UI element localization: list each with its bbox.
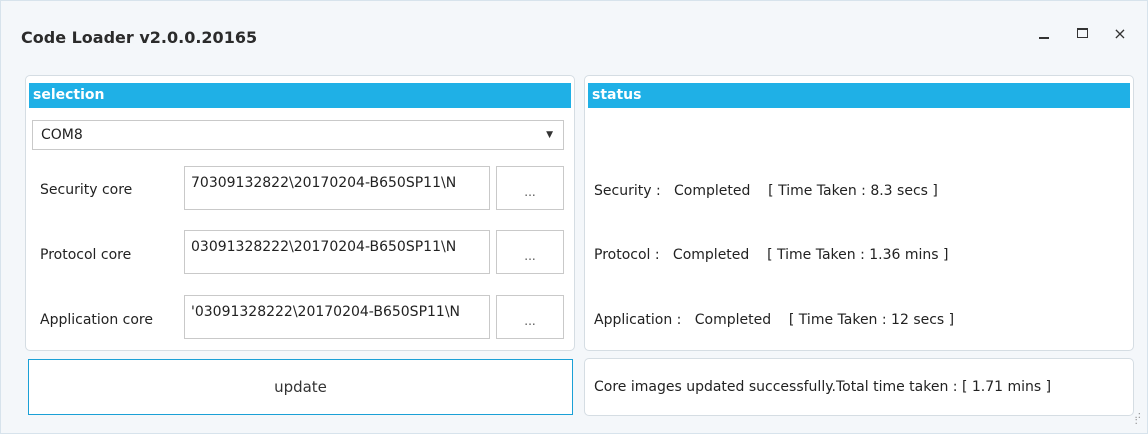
close-icon: × — [1113, 23, 1127, 43]
security-status: Security : Completed [ Time Taken : 8.3 … — [594, 183, 938, 199]
selection-panel: selection COM8 ▼ Security core 703091328… — [25, 75, 575, 351]
dropdown-arrow-icon: ▼ — [546, 130, 553, 140]
application-core-path-input[interactable]: '03091328222\20170204-B650SP11\N — [184, 295, 490, 339]
application-status: Application : Completed [ Time Taken : 1… — [594, 312, 955, 328]
close-button[interactable]: × — [1105, 19, 1135, 47]
minimize-icon — [1039, 37, 1049, 39]
protocol-core-label: Protocol core — [40, 247, 132, 263]
application-core-browse-button[interactable]: ... — [496, 295, 564, 339]
security-core-label: Security core — [40, 182, 133, 198]
security-core-browse-button[interactable]: ... — [496, 166, 564, 210]
minimize-button[interactable] — [1029, 19, 1059, 47]
status-panel: status Security : Completed [ Time Taken… — [584, 75, 1134, 351]
title-bar[interactable]: Code Loader v2.0.0.20165 × — [1, 1, 1147, 63]
maximize-icon — [1076, 28, 1088, 38]
app-window: Code Loader v2.0.0.20165 × selection COM… — [0, 0, 1148, 434]
port-select-value: COM8 — [41, 127, 83, 143]
resize-grip-icon[interactable]: .:: — [1134, 411, 1141, 427]
port-select[interactable]: COM8 ▼ — [32, 120, 564, 150]
application-core-label: Application core — [40, 312, 153, 328]
summary-status: Core images updated successfully.Total t… — [584, 358, 1134, 416]
protocol-core-browse-button[interactable]: ... — [496, 230, 564, 274]
status-header: status — [588, 83, 1130, 108]
security-core-path-input[interactable]: 70309132822\20170204-B650SP11\N — [184, 166, 490, 210]
maximize-button[interactable] — [1067, 19, 1097, 47]
window-title: Code Loader v2.0.0.20165 — [21, 28, 258, 47]
selection-header: selection — [29, 83, 571, 108]
protocol-core-path-input[interactable]: 03091328222\20170204-B650SP11\N — [184, 230, 490, 274]
update-button[interactable]: update — [28, 359, 573, 415]
protocol-status: Protocol : Completed [ Time Taken : 1.36… — [594, 247, 949, 263]
